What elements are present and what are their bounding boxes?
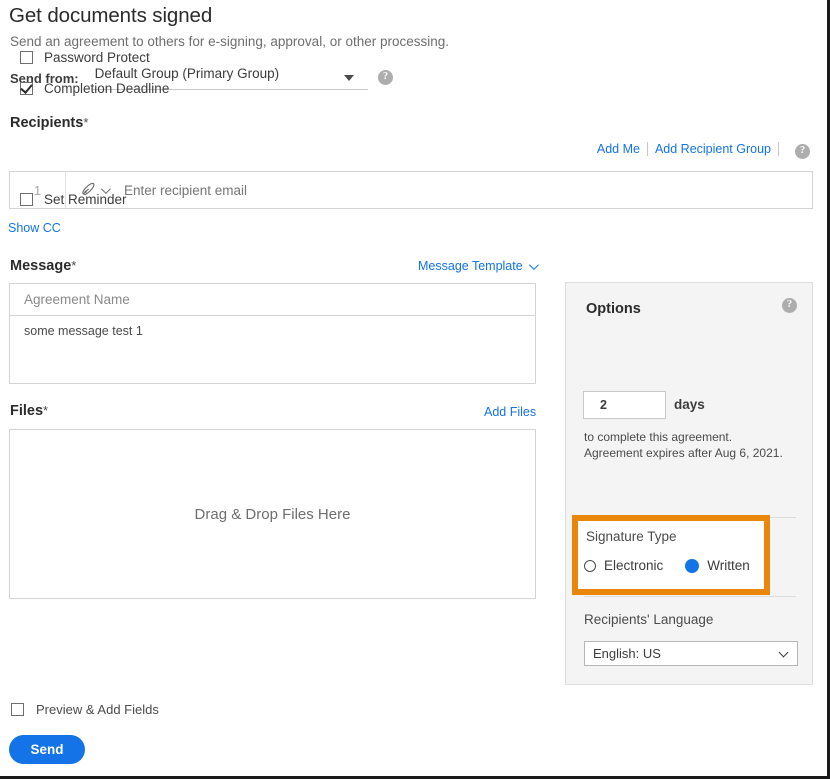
recipients-language-label: Recipients' Language <box>584 612 713 627</box>
message-section-label: Message* <box>10 258 76 274</box>
days-unit-label: days <box>674 397 705 412</box>
completion-deadline-label: Completion Deadline <box>44 81 169 96</box>
recipients-language-select[interactable]: English: US <box>584 641 798 666</box>
files-label-text: Files <box>10 403 43 419</box>
message-template-label: Message Template <box>418 259 523 273</box>
recipient-action-links: Add Me Add Recipient Group <box>597 142 786 156</box>
radio-unselected <box>584 560 596 572</box>
add-me-link[interactable]: Add Me <box>597 142 640 156</box>
password-protect-label: Password Protect <box>44 50 150 65</box>
required-marker: * <box>83 115 88 130</box>
divider <box>647 142 648 156</box>
send-from-value: Default Group (Primary Group) <box>91 66 280 81</box>
dropzone-label: Drag & Drop Files Here <box>195 506 351 523</box>
required-marker: * <box>71 258 76 273</box>
deadline-note-line-1: to complete this agreement. <box>584 429 814 445</box>
radio-selected <box>685 559 699 573</box>
checkbox <box>20 51 33 64</box>
preview-add-fields-option[interactable]: Preview & Add Fields <box>11 702 159 717</box>
show-cc-link[interactable]: Show CC <box>8 221 61 235</box>
help-circle-icon[interactable]: ? <box>378 70 393 85</box>
application-window: Get documents signed Send an agreement t… <box>0 0 830 779</box>
recipient-email-input[interactable]: Enter recipient email <box>122 172 812 208</box>
add-files-link[interactable]: Add Files <box>484 405 536 419</box>
message-label-text: Message <box>10 258 71 274</box>
signature-type-written-label: Written <box>707 558 750 573</box>
password-protect-option[interactable]: Password Protect <box>20 50 150 65</box>
send-button[interactable]: Send <box>9 735 85 764</box>
checkbox-checked <box>20 82 33 95</box>
message-body-textarea[interactable] <box>9 316 536 384</box>
signature-type-highlight <box>572 515 770 595</box>
files-section-label: Files* <box>10 403 48 419</box>
recipients-section-label: Recipients* <box>10 115 88 131</box>
recipients-language-value: English: US <box>593 646 661 661</box>
checkbox <box>20 193 33 206</box>
completion-deadline-option[interactable]: Completion Deadline <box>20 81 169 96</box>
recipients-label-text: Recipients <box>10 115 83 131</box>
deadline-note: to complete this agreement. Agreement ex… <box>584 429 814 461</box>
caret-down-icon <box>344 75 354 81</box>
deadline-note-line-2: Agreement expires after Aug 6, 2021. <box>584 445 814 461</box>
chevron-down-icon <box>779 648 789 658</box>
checkbox <box>11 703 24 716</box>
message-template-dropdown[interactable]: Message Template <box>418 259 536 273</box>
signature-type-radio-group: Electronic Written <box>584 558 750 573</box>
help-circle-icon[interactable]: ? <box>795 144 810 159</box>
chevron-down-icon <box>529 260 539 270</box>
required-marker: * <box>43 403 48 418</box>
recipient-row: 1 Enter recipient email <box>9 171 813 209</box>
add-recipient-group-link[interactable]: Add Recipient Group <box>655 142 771 156</box>
signature-type-option-written[interactable]: Written <box>685 558 750 573</box>
send-agreement-form: Get documents signed Send an agreement t… <box>0 0 824 772</box>
set-reminder-label: Set Reminder <box>44 192 127 207</box>
page-subtitle: Send an agreement to others for e-signin… <box>10 34 449 49</box>
options-title: Options <box>586 301 641 317</box>
file-dropzone[interactable]: Drag & Drop Files Here <box>9 429 536 599</box>
agreement-name-input[interactable]: Agreement Name <box>9 283 536 316</box>
signature-type-electronic-label: Electronic <box>604 558 663 573</box>
divider <box>778 142 779 156</box>
divider <box>584 596 796 597</box>
set-reminder-option[interactable]: Set Reminder <box>20 192 127 207</box>
signature-type-option-electronic[interactable]: Electronic <box>584 558 663 573</box>
page-title: Get documents signed <box>9 4 212 28</box>
preview-add-fields-label: Preview & Add Fields <box>36 702 159 717</box>
help-circle-icon[interactable]: ? <box>782 298 797 313</box>
signature-type-title: Signature Type <box>586 529 677 544</box>
deadline-days-input[interactable]: 2 <box>583 391 666 419</box>
